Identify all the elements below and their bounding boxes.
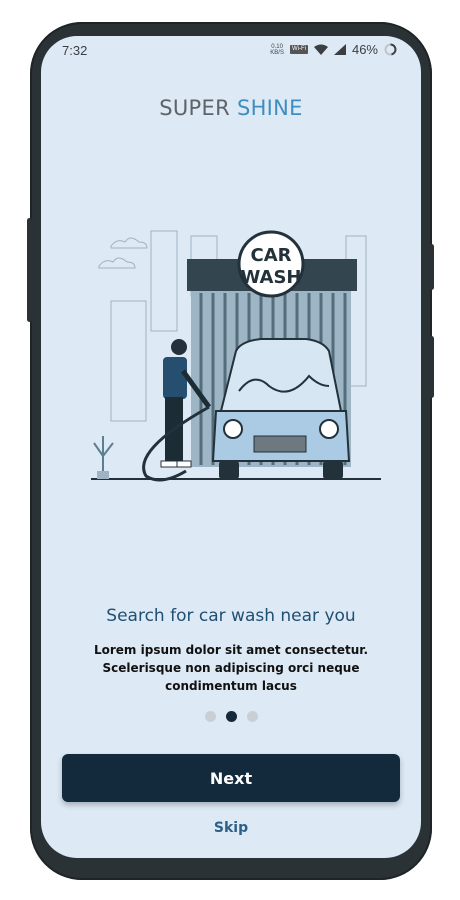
status-icons: 0.10 KB/S Wi-Fi 46% [270, 42, 397, 57]
car-wash-illustration: CAR WASH [91, 230, 381, 482]
page-indicator-dot-3[interactable] [246, 711, 258, 722]
app-logo-title: SUPER SHINE [41, 96, 421, 120]
battery-percent: 46% [351, 42, 378, 57]
onboarding-description: Lorem ipsum dolor sit amet consectetur. … [93, 643, 369, 693]
app-screen: 7:32 0.10 KB/S Wi-Fi 46% SUPER SHINE CAR… [41, 36, 421, 858]
skip-link[interactable]: Skip [41, 820, 421, 836]
wifi-calling-icon: Wi-Fi [289, 45, 308, 54]
onboarding-headline: Search for car wash near you [106, 606, 356, 626]
page-indicator [41, 711, 421, 722]
car-wash-sign-line2: WASH [240, 267, 301, 288]
next-button[interactable]: Next [62, 754, 400, 802]
phone-side-button-left [27, 218, 32, 322]
status-bar: 7:32 0.10 KB/S Wi-Fi 46% [41, 36, 421, 66]
cellular-signal-icon [333, 44, 346, 55]
brand-word-shine: SHINE [236, 96, 303, 120]
network-speed: 0.10 KB/S [270, 44, 284, 56]
phone-volume-button [429, 244, 434, 290]
network-speed-value: 0.10 [271, 43, 283, 50]
network-speed-unit: KB/S [270, 49, 284, 56]
brand-word-super: SUPER [159, 96, 230, 120]
status-time: 7:32 [62, 43, 88, 58]
battery-ring-icon [384, 43, 397, 56]
page-indicator-dot-2-active[interactable] [225, 711, 237, 722]
page-indicator-dot-1[interactable] [204, 711, 216, 722]
car-wash-sign-line1: CAR [250, 245, 291, 266]
phone-power-button [429, 336, 434, 398]
wifi-icon [313, 44, 328, 55]
